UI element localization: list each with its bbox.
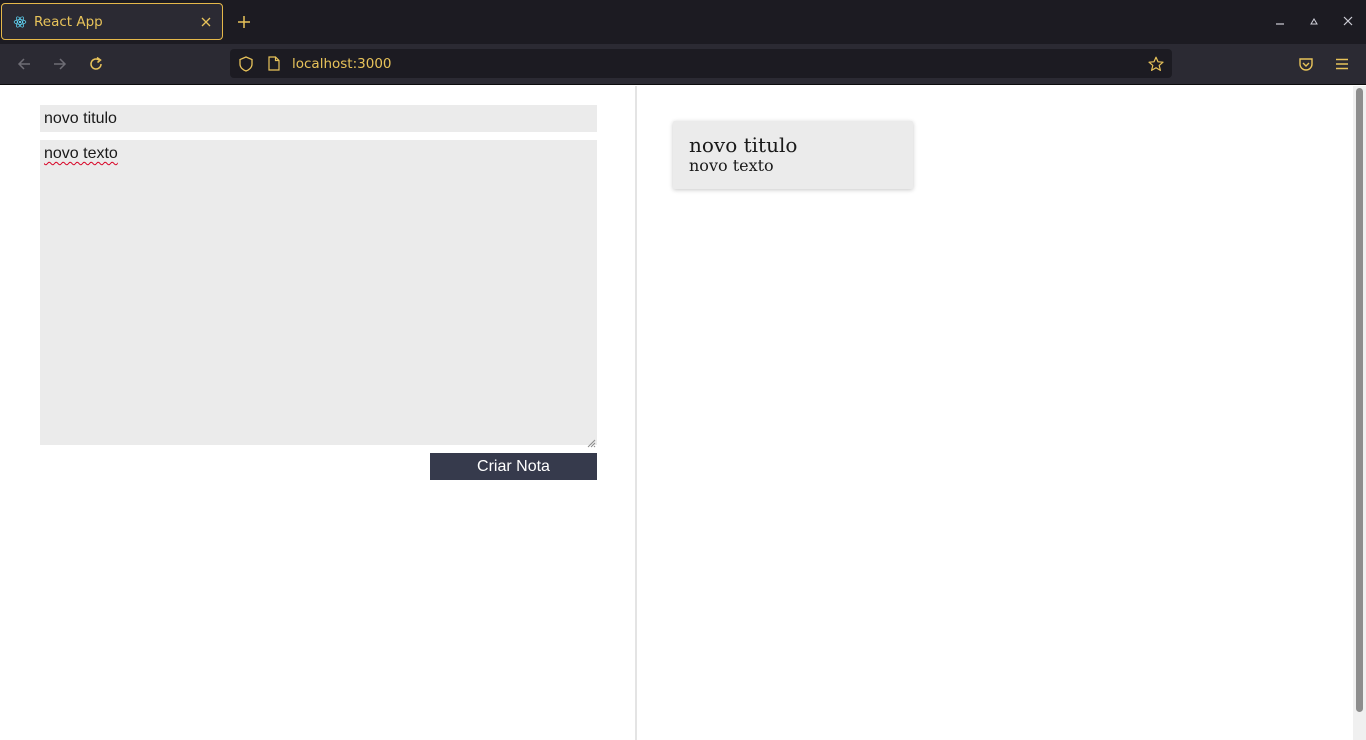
browser-tab[interactable]: React App [1,3,223,40]
arrow-left-icon[interactable] [14,54,34,74]
scroll-thumb[interactable] [1356,88,1363,712]
hamburger-menu-icon[interactable] [1332,54,1352,74]
note-title: novo titulo [689,133,798,157]
title-input[interactable] [40,105,597,132]
plus-icon[interactable] [233,11,255,33]
pocket-icon[interactable] [1296,54,1316,74]
note-text: novo texto [689,156,774,175]
maximize-icon[interactable] [1306,13,1322,29]
react-icon [12,14,28,30]
url-bar[interactable]: localhost:3000 [230,49,1172,78]
page-viewport: novo texto Criar Nota novo titulo novo t… [0,86,1366,740]
tab-title: React App [34,13,103,30]
url-text: localhost:3000 [292,55,392,72]
close-icon[interactable] [1340,13,1356,29]
note-form: novo texto Criar Nota [0,86,637,740]
reload-icon[interactable] [86,54,106,74]
shield-icon[interactable] [238,55,254,72]
page-scrollbar[interactable] [1353,86,1366,740]
page-icon[interactable] [266,56,282,72]
minimize-icon[interactable] [1272,13,1288,29]
textarea-value: novo texto [44,145,118,162]
create-note-button[interactable]: Criar Nota [430,453,597,480]
browser-titlebar: React App [0,0,1366,44]
browser-navbar: localhost:3000 [0,44,1366,85]
arrow-right-icon[interactable] [50,54,70,74]
resize-handle-icon[interactable] [586,433,596,448]
star-icon[interactable] [1148,56,1164,72]
close-icon[interactable] [198,14,214,30]
text-textarea[interactable]: novo texto [40,140,597,445]
notes-list: novo titulo novo texto [639,86,1353,740]
note-card[interactable]: novo titulo novo texto [673,121,913,189]
